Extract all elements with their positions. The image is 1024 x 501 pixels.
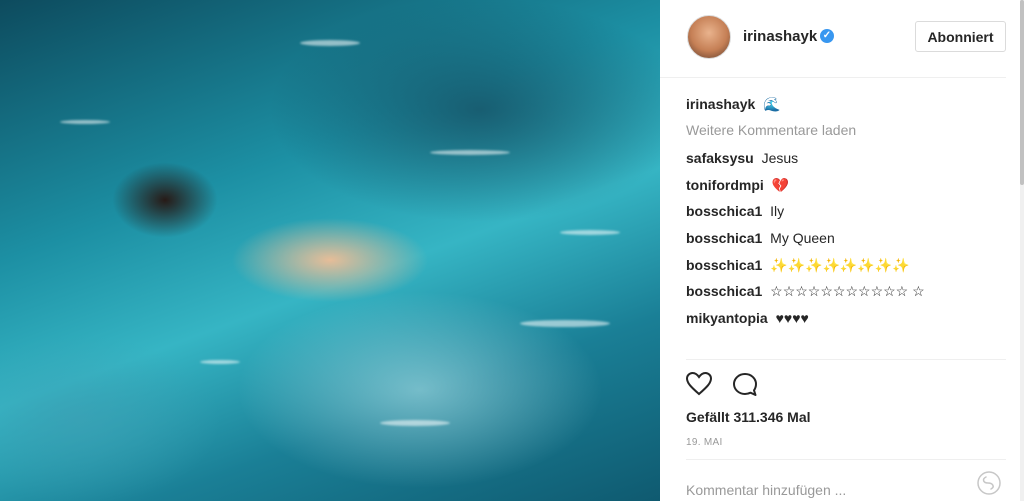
follow-button[interactable]: Abonniert xyxy=(915,21,1006,52)
comment-username[interactable]: bosschica1 xyxy=(686,203,762,219)
comment-text: 💔 xyxy=(771,176,790,193)
caption-username[interactable]: irinashayk xyxy=(686,96,755,112)
comment-item: tonifordmpi 💔 xyxy=(686,176,1006,194)
comment-bubble-icon[interactable] xyxy=(732,372,758,403)
comment-text: Ily xyxy=(770,203,785,220)
divider xyxy=(686,459,1006,460)
comment-username[interactable]: mikyantopia xyxy=(686,310,768,326)
post-date: 19. MAI xyxy=(686,437,723,448)
comment-item: bosschica1 ✨✨✨✨✨✨✨✨ xyxy=(686,256,1006,274)
comment-text: ✨✨✨✨✨✨✨✨ xyxy=(770,256,910,273)
post-side-panel: irinashayk ✓ Abonniert irinashayk 🌊 Weit… xyxy=(660,0,1024,501)
likes-count[interactable]: Gefällt 311.346 Mal xyxy=(686,409,811,425)
verified-badge-icon: ✓ xyxy=(820,29,834,43)
avatar[interactable] xyxy=(687,15,731,59)
comment-item: safaksysu Jesus xyxy=(686,149,1006,167)
scrollbar-thumb[interactable] xyxy=(1020,0,1024,185)
comment-username[interactable]: bosschica1 xyxy=(686,230,762,246)
comment-username[interactable]: tonifordmpi xyxy=(686,177,764,193)
caption-text: 🌊 xyxy=(763,96,781,112)
comment-text: My Queen xyxy=(770,230,835,247)
comment-item: bosschica1 Ily xyxy=(686,202,1006,220)
comment-text: ☆☆☆☆☆☆☆☆☆☆☆ ☆ xyxy=(770,283,925,300)
load-more-comments-link[interactable]: Weitere Kommentare laden xyxy=(686,121,1006,139)
comments-list: irinashayk 🌊 Weitere Kommentare laden sa… xyxy=(686,95,1006,336)
comment-text: ♥♥♥♥ xyxy=(775,310,809,327)
comment-item: bosschica1 My Queen xyxy=(686,229,1006,247)
divider xyxy=(686,359,1006,360)
comment-item: mikyantopia ♥♥♥♥ xyxy=(686,309,1006,327)
comment-username[interactable]: safaksysu xyxy=(686,150,754,166)
comment-input[interactable] xyxy=(686,480,966,500)
author-username[interactable]: irinashayk xyxy=(743,28,817,45)
scrollbar[interactable] xyxy=(1020,0,1024,501)
more-options-icon[interactable] xyxy=(976,470,1002,496)
comment-item: bosschica1 ☆☆☆☆☆☆☆☆☆☆☆ ☆ xyxy=(686,282,1006,300)
post-header: irinashayk ✓ Abonniert xyxy=(660,0,1006,78)
comment-text: Jesus xyxy=(761,150,799,166)
comment-username[interactable]: bosschica1 xyxy=(686,257,762,273)
heart-icon[interactable] xyxy=(685,371,713,401)
post-image xyxy=(0,0,660,501)
comment-username[interactable]: bosschica1 xyxy=(686,283,762,299)
caption: irinashayk 🌊 xyxy=(686,95,1006,113)
